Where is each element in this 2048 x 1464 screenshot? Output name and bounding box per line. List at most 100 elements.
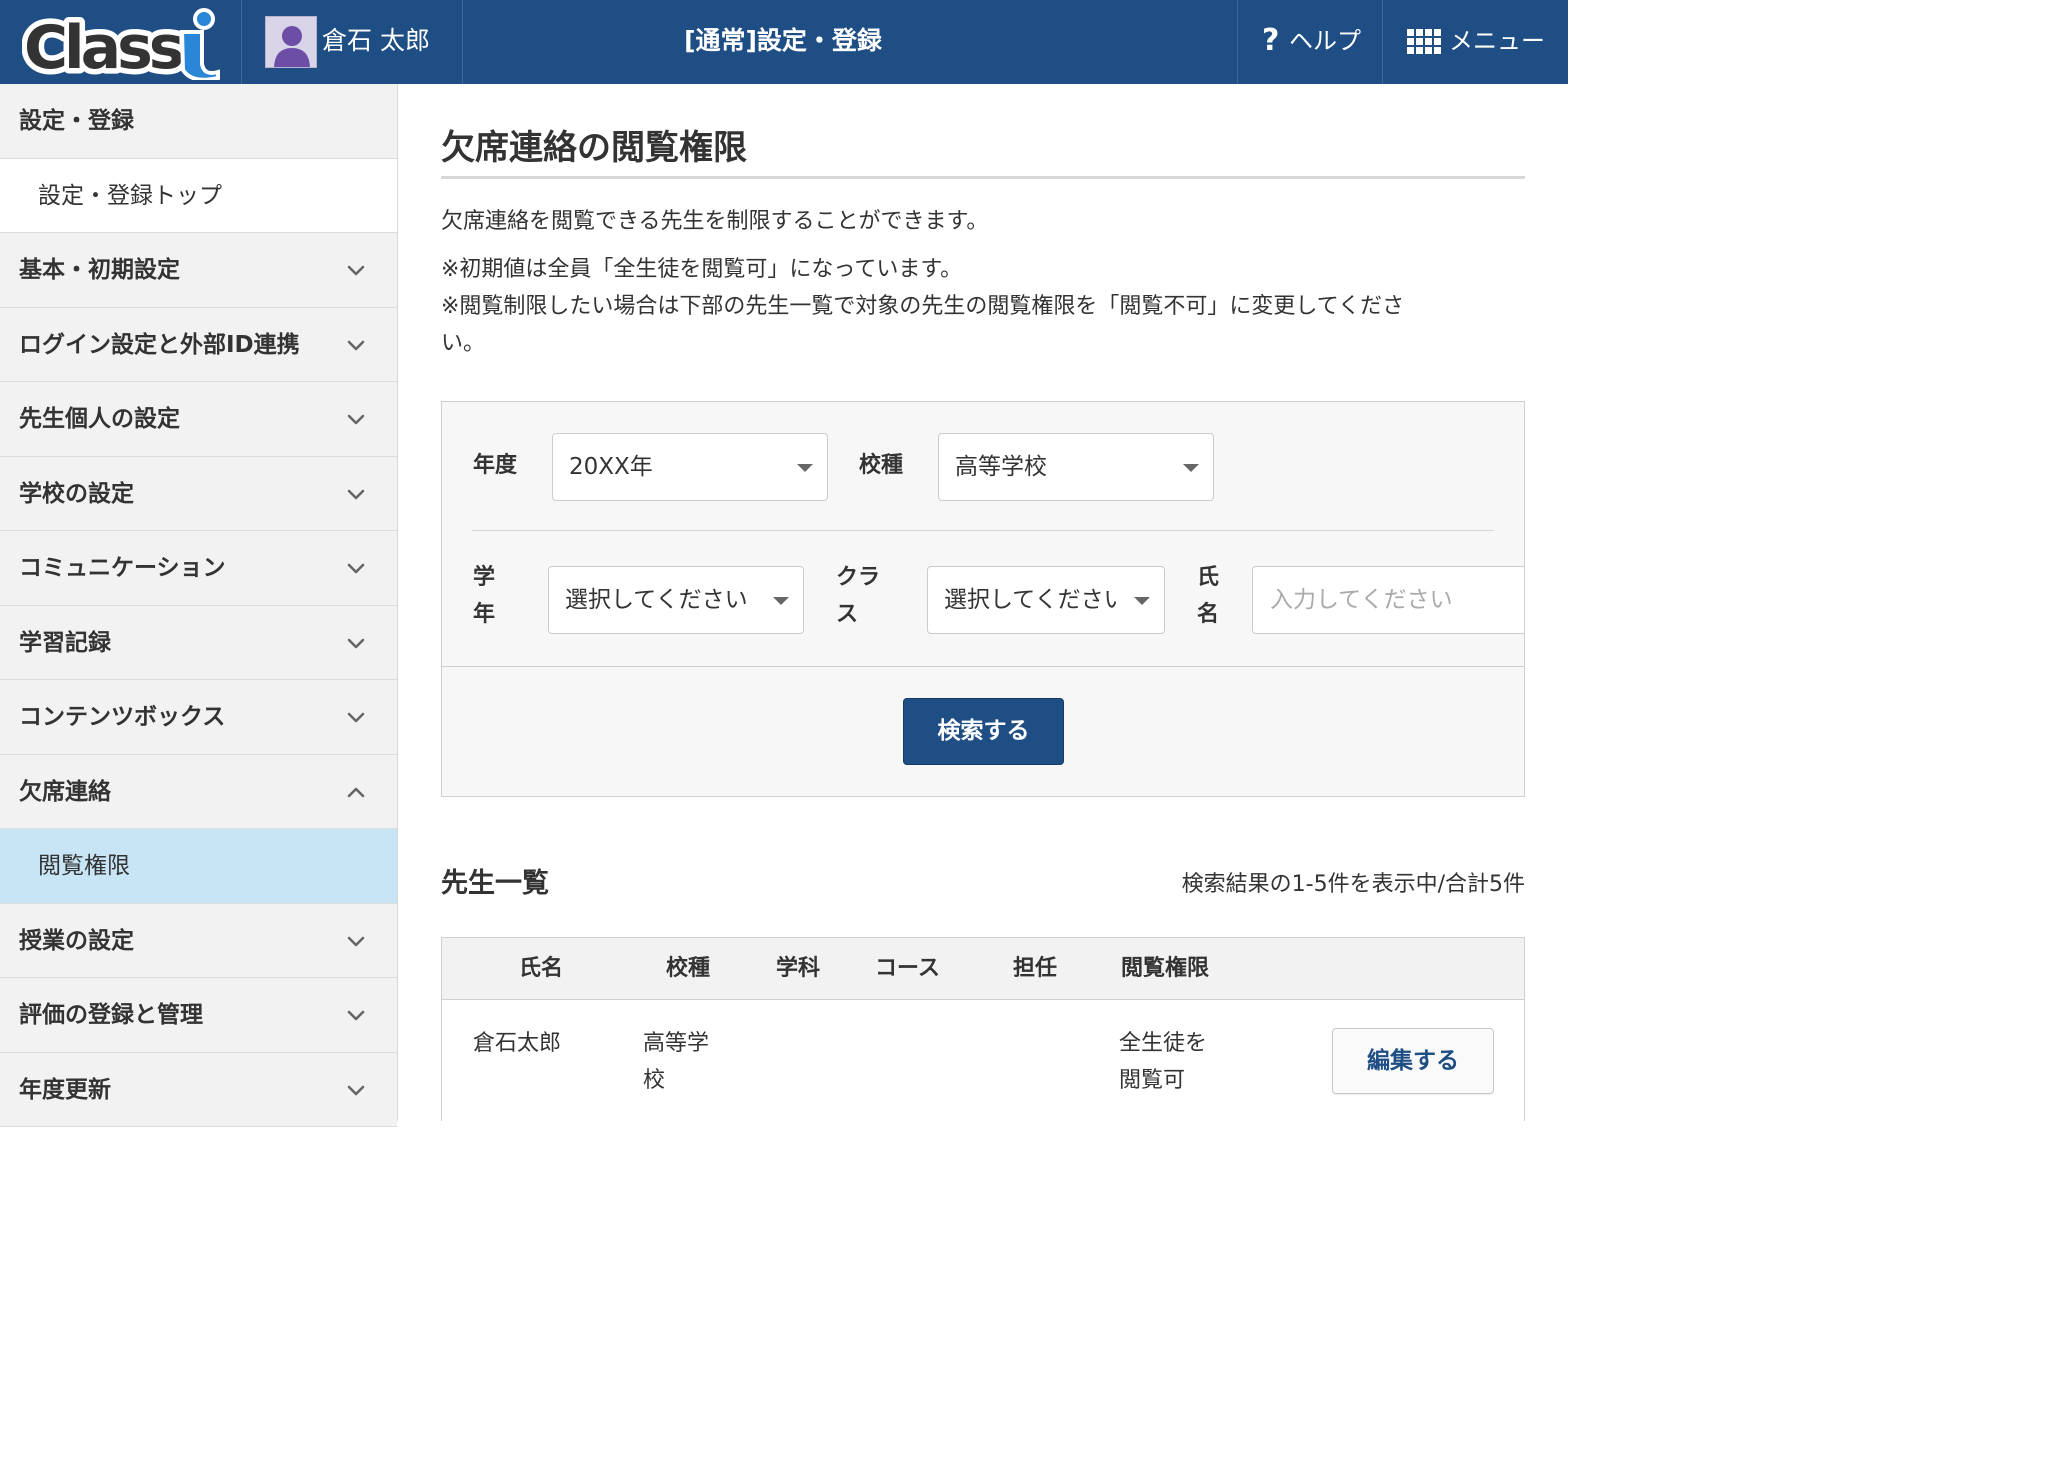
sidebar: 設定・登録 設定・登録トップ基本・初期設定ログイン設定と外部ID連携 先生個人の設… (0, 84, 398, 1127)
sidebar-item[interactable]: コミュニケーション (0, 531, 397, 606)
school-type-cell: 高等学 (643, 1031, 710, 1056)
name-label-2: 名 (1197, 602, 1220, 627)
edit-button[interactable]: 編集する (1332, 1028, 1494, 1094)
school-type-label: 校種 (859, 453, 904, 478)
caret-down-icon (797, 464, 813, 472)
column-header-school-type[interactable]: 校種 (666, 951, 710, 987)
chevron-down-icon (347, 936, 365, 946)
caret-down-icon (1183, 464, 1199, 472)
chevron-down-icon (347, 340, 365, 350)
page-title: 欠席連絡の閲覧権限 (441, 128, 747, 168)
app-header: Class Class 倉石 太郎 [通常]設定・登録 ? ヘルプ メニュー (0, 0, 1568, 84)
year-label: 年度 (473, 453, 518, 478)
sidebar-nav: 設定・登録トップ基本・初期設定ログイン設定と外部ID連携 先生個人の設定 学校の設定… (0, 158, 397, 1127)
school-type-select[interactable]: 高等学校 (938, 433, 1214, 501)
chevron-down-icon (347, 563, 365, 574)
year-select[interactable]: 20XX年 (552, 433, 828, 501)
avatar (265, 16, 317, 68)
sidebar-item-label: 年度更新 (19, 1076, 111, 1103)
user-name: 倉石 太郎 (322, 26, 430, 55)
sidebar-item[interactable]: 学校の設定 (0, 456, 397, 531)
column-header-name[interactable]: 氏名 (519, 951, 563, 987)
sidebar-item[interactable]: 評価の登録と管理 (0, 978, 397, 1053)
description-line: 欠席連絡を閲覧できる先生を制限することができます。 (441, 209, 989, 234)
user-profile[interactable]: 倉石 太郎 (242, 0, 463, 84)
grade-select[interactable]: 選択してください (548, 566, 804, 634)
sidebar-item[interactable]: 設定・登録トップ (0, 158, 397, 233)
sidebar-item[interactable]: 欠席連絡 (0, 754, 397, 829)
classi-logo-mark: Class Class (22, 8, 220, 80)
menu-button[interactable]: メニュー (1382, 0, 1568, 84)
sidebar-item-label: コミュニケーション (19, 555, 226, 581)
caret-down-icon (773, 597, 789, 605)
class-label: クラ (836, 565, 881, 590)
sidebar-item[interactable]: 基本・初期設定 (0, 233, 397, 308)
teacher-table: 氏名 校種 学科 コース 担任 閲覧権限 倉石太郎 高等学 校 全生徒を 閲覧可… (441, 937, 1525, 1121)
grade-label: 学 (473, 565, 496, 590)
sidebar-item-label: 学習記録 (19, 629, 111, 656)
menu-label: メニュー (1449, 27, 1545, 55)
teacher-name: 倉石太郎 (473, 1031, 562, 1056)
user-silhouette-icon (274, 26, 310, 67)
name-search-input[interactable]: 入力してください (1252, 566, 1524, 634)
sidebar-item[interactable]: 先生個人の設定 (0, 382, 397, 457)
classi-logo[interactable]: Class Class (0, 0, 242, 84)
result-count: 検索結果の1-5件を表示中/合計5件 (1181, 872, 1525, 897)
chevron-up-icon (347, 787, 365, 797)
chevron-down-icon (347, 265, 365, 276)
sidebar-item[interactable]: 学習記録 (0, 605, 397, 680)
school-type-cell-2: 校 (643, 1068, 666, 1093)
description-note: ※初期値は全員「全生徒を閲覧可」になっています。 (441, 257, 963, 282)
name-label: 氏 (1197, 565, 1220, 590)
column-header-homeroom[interactable]: 担任 (1013, 951, 1057, 987)
sidebar-item[interactable]: ログイン設定と外部ID連携 (0, 307, 397, 382)
description-note: ※閲覧制限したい場合は下部の先生一覧で対象の先生の閲覧権限を「閲覧不可」に変更し… (441, 294, 1405, 319)
name-input-placeholder: 入力してください (1270, 587, 1453, 613)
teacher-list-title: 先生一覧 (441, 868, 549, 899)
svg-text:Class: Class (24, 13, 182, 80)
sidebar-item[interactable]: 年度更新 (0, 1052, 397, 1127)
chevron-down-icon (347, 1010, 365, 1021)
chevron-down-icon (347, 489, 365, 499)
sidebar-item-label: 先生個人の設定 (19, 406, 180, 432)
search-button[interactable]: 検索する (903, 698, 1064, 765)
grade-label-2: 年 (473, 602, 496, 627)
help-label: ヘルプ (1289, 27, 1361, 55)
sidebar-item[interactable]: コンテンツボックス (0, 680, 397, 755)
main-content: 欠席連絡の閲覧権限 欠席連絡を閲覧できる先生を制限することができます。 ※初期値… (398, 84, 1568, 1121)
chevron-down-icon (347, 414, 365, 425)
help-button[interactable]: ? ヘルプ (1237, 0, 1382, 84)
question-mark-icon: ? (1262, 23, 1280, 58)
sidebar-item-label: 評価の登録と管理 (19, 1002, 203, 1028)
sidebar-item-label: 学校の設定 (19, 480, 134, 507)
sidebar-item-label: ログイン設定と外部ID連携 (19, 331, 300, 358)
permission-cell-2: 閲覧可 (1119, 1068, 1186, 1093)
sidebar-heading-label: 設定・登録 (19, 108, 134, 134)
caret-down-icon (1134, 597, 1150, 605)
sidebar-item[interactable]: 閲覧権限 (0, 829, 397, 904)
column-header-permission[interactable]: 閲覧権限 (1121, 951, 1209, 987)
title-divider (441, 176, 1525, 179)
school-type-select-value: 高等学校 (955, 454, 1047, 480)
chevron-down-icon (347, 638, 365, 648)
sidebar-item[interactable]: 授業の設定 (0, 903, 397, 978)
grid-icon (1407, 29, 1441, 55)
description-note-continued: い。 (441, 331, 486, 356)
page-header-title: [通常]設定・登録 (684, 26, 882, 55)
class-label-2: ス (836, 602, 859, 627)
column-header-course[interactable]: コース (875, 951, 940, 987)
sidebar-heading: 設定・登録 (0, 84, 397, 159)
filter-divider (472, 530, 1494, 531)
grade-select-value: 選択してください (565, 587, 748, 613)
sidebar-item-label: 閲覧権限 (38, 853, 130, 879)
class-select-value: 選択してください (944, 587, 1127, 613)
year-select-value: 20XX年 (569, 454, 653, 480)
sidebar-item-label: 設定・登録トップ (38, 182, 222, 209)
chevron-down-icon (347, 712, 365, 723)
permission-cell: 全生徒を (1119, 1031, 1208, 1056)
sidebar-item-label: 欠席連絡 (19, 778, 111, 805)
column-header-department[interactable]: 学科 (776, 951, 820, 987)
chevron-down-icon (347, 1085, 365, 1095)
search-action-divider (442, 666, 1524, 667)
class-select[interactable]: 選択してください (927, 566, 1165, 634)
